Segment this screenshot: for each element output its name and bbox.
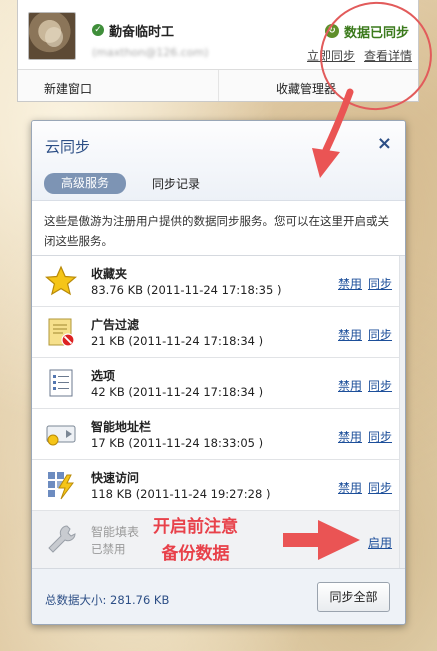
annotation-arrow-point	[318, 520, 360, 560]
annotation-arrows	[283, 88, 360, 560]
annotation-arrow-head	[312, 148, 340, 178]
annotation-arrow-curved	[322, 88, 354, 154]
annotation-arrow-shaft	[283, 533, 319, 547]
